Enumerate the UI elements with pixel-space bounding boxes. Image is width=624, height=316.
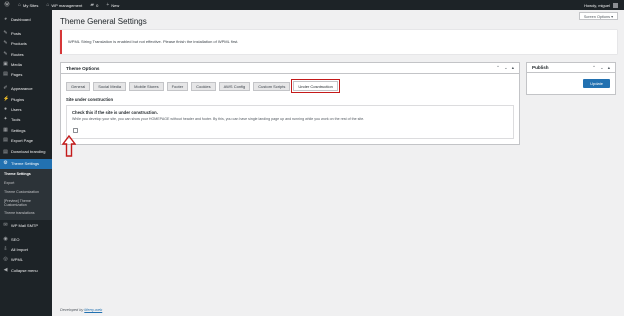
wordpress-logo-icon[interactable]: Ⓦ [0, 0, 14, 10]
new-label: New [111, 2, 120, 8]
update-button[interactable]: Update [583, 79, 610, 88]
field-description: While you develop your site, you can sho… [72, 117, 365, 121]
collapse-icon: ◀ [3, 266, 8, 273]
sites-icon: ⌂ [18, 1, 22, 8]
section-title: Site under construction [66, 97, 113, 102]
sidebar-item-wp-mail-smtp[interactable]: ✉ WP Mail SMTP [0, 220, 52, 230]
seo-icon: ◉ [3, 235, 8, 242]
toggle-panel-icon[interactable]: ▴ [608, 65, 610, 71]
wrench-icon: ✦ [3, 116, 8, 123]
sidebar-item-posts[interactable]: ✎ Posts [0, 28, 52, 38]
annotation-arrow-icon [62, 135, 76, 157]
avatar[interactable] [613, 2, 618, 8]
pages-icon: ▤ [3, 71, 8, 78]
under-construction-checkbox[interactable] [73, 128, 78, 133]
footer-link[interactable]: Merry-web [84, 308, 102, 312]
my-sites-label: My Sites [23, 2, 39, 8]
under-construction-panel: Check this if the site is under construc… [66, 105, 514, 139]
mail-icon: ✉ [3, 221, 8, 228]
tab-footer[interactable]: Footer [166, 81, 189, 91]
download-icon: ▤ [3, 148, 8, 155]
footer-credit: Developed by Merry-web [60, 308, 103, 312]
page-title: Theme General Settings [60, 17, 147, 26]
export-icon: ▤ [3, 136, 8, 143]
sidebar-item-pages[interactable]: ▤ Pages [0, 69, 52, 79]
sidebar-item-wpml[interactable]: ◎ WPML [0, 255, 52, 265]
main-content: Screen Options ▾ Theme General Settings … [52, 10, 624, 316]
tab-general[interactable]: General [66, 81, 91, 91]
howdy-user-menu[interactable]: Howdy, miguel [584, 3, 610, 8]
plug-icon: ⚡ [3, 95, 10, 102]
sidebar-item-plugins[interactable]: ⚡ Plugins [0, 94, 52, 104]
sidebar-item-export-page[interactable]: ▤ Export Page [0, 135, 52, 145]
submenu-export[interactable]: Export [0, 179, 52, 188]
tab-cookies[interactable]: Cookies [191, 81, 216, 91]
options-tabs: General Social Media Mobile Stores Foote… [66, 78, 341, 94]
comment-icon: ▰ [90, 1, 95, 8]
media-icon: ▣ [3, 60, 8, 67]
admin-bar: Ⓦ ⌂ My Sites ⌂ WP management ▰ 0 + New H… [0, 0, 624, 10]
user-icon: ● [3, 106, 8, 113]
pin-icon: ✎ [3, 40, 8, 47]
theme-options-header: Theme Options ⌃ ⌄ ▴ [61, 63, 519, 74]
tab-aws-config[interactable]: AWS Config [218, 81, 251, 91]
tab-custom-scripts[interactable]: Custom Scripts [253, 81, 291, 91]
move-down-icon[interactable]: ⌄ [504, 65, 508, 71]
my-sites-menu[interactable]: ⌂ My Sites [14, 0, 42, 10]
sidebar-item-all-import[interactable]: ⇩ All Import [0, 244, 52, 254]
toggle-panel-icon[interactable]: ▴ [512, 65, 514, 71]
tab-under-construction[interactable]: Under Cosntruction [290, 78, 341, 94]
site-name-label: WP management [51, 2, 83, 8]
site-name-menu[interactable]: ⌂ WP management [42, 0, 86, 10]
publish-header: Publish ⌃ ⌄ ▴ [527, 63, 615, 73]
sidebar-item-media[interactable]: ▣ Media [0, 59, 52, 69]
field-heading: Check this if the site is under construc… [72, 110, 158, 115]
move-up-icon[interactable]: ⌃ [496, 65, 500, 71]
admin-sidebar: ◕ Dashboard ✎ Posts ✎ Products ✎ Routes … [0, 10, 52, 316]
submenu-theme-translations[interactable]: Theme translations [0, 209, 52, 218]
sidebar-item-tools[interactable]: ✦ Tools [0, 115, 52, 125]
pin-icon: ✎ [3, 29, 8, 36]
new-content-menu[interactable]: + New [102, 0, 123, 10]
plus-icon: + [106, 1, 110, 8]
screen-options-button[interactable]: Screen Options ▾ [578, 12, 618, 20]
sidebar-item-appearance[interactable]: ✐ Appearance [0, 84, 52, 94]
submenu-theme-settings[interactable]: Theme Settings [0, 170, 52, 179]
import-icon: ⇩ [3, 246, 8, 253]
comments-menu[interactable]: ▰ 0 [86, 0, 102, 10]
publish-title: Publish [532, 65, 549, 70]
comments-count: 0 [96, 2, 99, 8]
pin-icon: ✎ [3, 50, 8, 57]
brush-icon: ✐ [3, 85, 8, 92]
theme-options-box: Theme Options ⌃ ⌄ ▴ General Social Media… [60, 62, 520, 145]
move-up-icon[interactable]: ⌃ [592, 65, 596, 71]
submenu-preview-theme-customization[interactable]: [Preview] Theme Customization [0, 197, 52, 209]
settings-icon: ▦ [3, 126, 8, 133]
tab-social-media[interactable]: Social Media [93, 81, 127, 91]
sidebar-item-download-branding[interactable]: ▤ Download branding [0, 146, 52, 159]
notice-text: WPML String Translation is enabled but n… [68, 39, 239, 44]
gear-icon: ⚙ [3, 160, 8, 167]
wpml-icon: ◎ [3, 256, 8, 263]
sidebar-item-products[interactable]: ✎ Products [0, 39, 52, 49]
sidebar-item-seo[interactable]: ◉ SEO [0, 234, 52, 244]
sidebar-item-theme-settings[interactable]: ⚙ Theme Settings [0, 158, 52, 169]
sidebar-item-users[interactable]: ● Users [0, 104, 52, 114]
tab-mobile-stores[interactable]: Mobile Stores [129, 81, 164, 91]
move-down-icon[interactable]: ⌄ [600, 65, 604, 71]
wpml-notice: WPML String Translation is enabled but n… [60, 30, 617, 54]
submenu-theme-customization[interactable]: Theme Customization [0, 188, 52, 197]
home-icon: ⌂ [46, 1, 50, 8]
dashboard-icon: ◕ [3, 15, 8, 22]
sidebar-item-settings[interactable]: ▦ Settings [0, 125, 52, 135]
theme-settings-submenu: Theme Settings Export Theme Customizatio… [0, 168, 52, 220]
sidebar-item-routes[interactable]: ✎ Routes [0, 49, 52, 59]
sidebar-item-collapse-menu[interactable]: ◀ Collapse menu [0, 265, 52, 275]
theme-options-title: Theme Options [66, 65, 100, 71]
publish-box: Publish ⌃ ⌄ ▴ Update [526, 62, 616, 95]
sidebar-item-dashboard[interactable]: ◕ Dashboard [0, 14, 52, 24]
